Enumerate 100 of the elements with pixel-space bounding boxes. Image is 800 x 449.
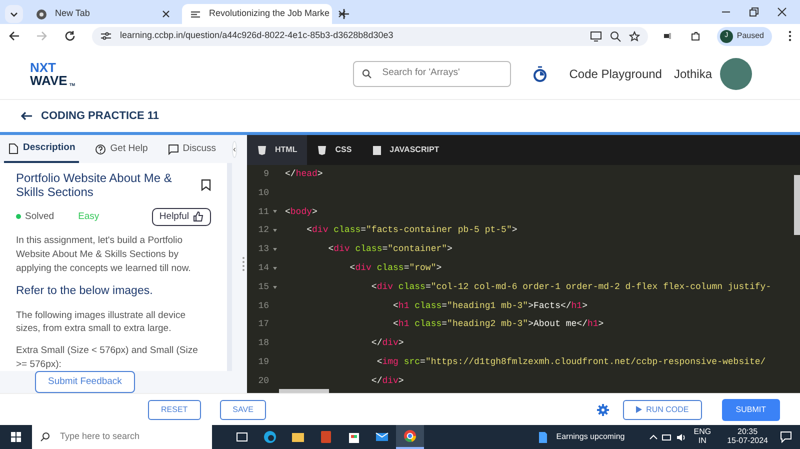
line-number: 19 [258, 356, 269, 369]
zoom-icon[interactable] [610, 30, 621, 42]
tab-title: New Tab [55, 7, 91, 20]
back-icon[interactable] [8, 30, 20, 42]
taskbar-app[interactable] [396, 425, 424, 449]
problem-title: Portfolio Website About Me & Skills Sections [16, 171, 173, 200]
file-icon [257, 144, 267, 156]
vertical-scrollbar[interactable] [794, 175, 800, 235]
bookmark-icon[interactable] [201, 179, 211, 191]
submit-button[interactable]: SUBMIT [722, 398, 780, 420]
code-line: </div> [370, 337, 404, 350]
editor-tab[interactable]: CSS [307, 135, 362, 165]
line-number: 20 [258, 374, 269, 388]
star-icon[interactable] [628, 30, 640, 42]
difficulty-label: Easy [78, 210, 100, 224]
drag-handle-icon[interactable] [242, 256, 245, 272]
fold-marker[interactable] [273, 248, 277, 252]
code-line: <h1 class="heading2 mb-3">About me</h1> [392, 318, 604, 332]
reload-icon[interactable] [64, 30, 76, 42]
submit-feedback-button[interactable]: Submit Feedback [35, 370, 135, 393]
code-line: </div> [370, 374, 404, 388]
paragraph: Extra Small (Size < 576px) and Small (Size >= 576px): [16, 344, 199, 371]
logo-text: NXT [30, 60, 57, 74]
language-indicator[interactable]: ENG IN [694, 428, 712, 446]
folder-icon [291, 430, 305, 444]
speaker-icon[interactable] [676, 432, 686, 442]
code-line: <div class="container"> [327, 243, 452, 256]
line-number: 9 [264, 168, 269, 181]
fold-marker[interactable] [273, 266, 277, 270]
fold-marker[interactable] [273, 286, 277, 289]
code-line: <body> [284, 206, 318, 219]
play-icon [636, 406, 642, 413]
user-name: Jothika [674, 66, 712, 82]
document-icon [538, 430, 548, 444]
site-settings-icon [100, 31, 112, 41]
chat-icon [168, 144, 179, 154]
globe-icon [36, 8, 47, 20]
thumbs-up-icon [193, 211, 204, 222]
help-icon [95, 144, 106, 154]
helpful-button[interactable]: Helpful [152, 208, 211, 226]
horizontal-scrollbar[interactable] [279, 389, 329, 393]
editor-tab[interactable]: HTML [247, 135, 308, 165]
line-number: 17 [258, 318, 269, 332]
line-number: 18 [258, 337, 269, 350]
search-field[interactable]: Search for 'Arrays' [353, 60, 512, 86]
taskbar-search-field[interactable]: Type here to search [32, 425, 212, 449]
notification-icon[interactable] [780, 431, 792, 443]
run-code-button[interactable]: RUN CODE [623, 400, 702, 420]
search-icon [362, 68, 372, 78]
screen-icon[interactable] [590, 30, 602, 42]
task-view-icon [235, 430, 249, 444]
page-title: CODING PRACTICE 11 [41, 108, 159, 124]
paragraph: The following images illustrate all device sizes, from extra small to extra large. [16, 308, 186, 336]
stopwatch-icon[interactable] [533, 66, 548, 82]
search-input[interactable]: Type here to search [58, 429, 204, 445]
close-icon[interactable] [776, 7, 788, 17]
circle-logo-icon [403, 429, 417, 443]
tab[interactable]: Get Help [91, 135, 152, 163]
line-number: 13 [258, 243, 269, 256]
clock[interactable]: 20:35 15-07-2024 [727, 428, 768, 446]
line-number: 15 [258, 280, 269, 294]
line-number: 12 [258, 224, 269, 238]
fold-marker[interactable] [273, 229, 277, 232]
code-line: <div class="col-12 col-md-6 order-1 order-md-2 d-flex flex-column justify- [370, 280, 772, 294]
close-icon[interactable] [338, 10, 346, 18]
logo-text: WAVE [30, 74, 68, 86]
close-icon[interactable] [162, 10, 170, 18]
status-label: Solved [25, 210, 54, 224]
code-line: <img src="https://d1tgh8fmlzexmh.cloudfront.net/ccbp-responsive-website/ [376, 356, 766, 369]
file-icon [372, 144, 382, 156]
chevron-up-icon[interactable] [648, 434, 658, 440]
save-button[interactable]: SAVE [220, 400, 266, 420]
nav-link[interactable]: Code Playground [569, 64, 662, 82]
battery-icon[interactable] [662, 434, 672, 440]
paragraph: In this assignment, let's build a Portfolio Website About Me & Skills Sections by applying the concepts we learned till now. [16, 234, 192, 276]
file-icon [317, 144, 328, 156]
media-icon[interactable] [664, 32, 674, 40]
settings-icon[interactable] [597, 404, 610, 416]
search-icon [40, 432, 50, 442]
back-arrow-icon[interactable] [20, 111, 33, 121]
news-text[interactable]: Earnings upcoming [556, 431, 625, 443]
envelope-icon [375, 430, 389, 444]
code-line: <h1 class="heading1 mb-3">Facts</h1> [392, 300, 588, 313]
section-heading: Refer to the below images. [16, 284, 154, 300]
editor-tab[interactable]: JAVASCRIPT [362, 135, 450, 165]
browser-tab[interactable]: New Tab [28, 4, 178, 24]
collapse-button[interactable]: ‹ [232, 140, 238, 158]
reset-button[interactable]: RESET [148, 400, 201, 420]
tab[interactable]: Discuss [164, 135, 220, 163]
line-number: 14 [258, 262, 269, 275]
search-input[interactable]: Search for 'Arrays' [380, 65, 502, 82]
line-number: 10 [258, 186, 269, 200]
tab-search-icon[interactable] [4, 4, 24, 24]
menu-icon[interactable] [788, 30, 792, 42]
page-icon [190, 8, 201, 20]
address-bar[interactable]: learning.ccbp.in/question/a44c926d-8022-4e1c-85b3-d3628b8d30e3 [92, 26, 648, 46]
fold-marker[interactable] [273, 210, 277, 214]
avatar[interactable] [720, 58, 752, 90]
restore-icon[interactable] [748, 7, 760, 17]
line-number: 16 [258, 300, 269, 313]
